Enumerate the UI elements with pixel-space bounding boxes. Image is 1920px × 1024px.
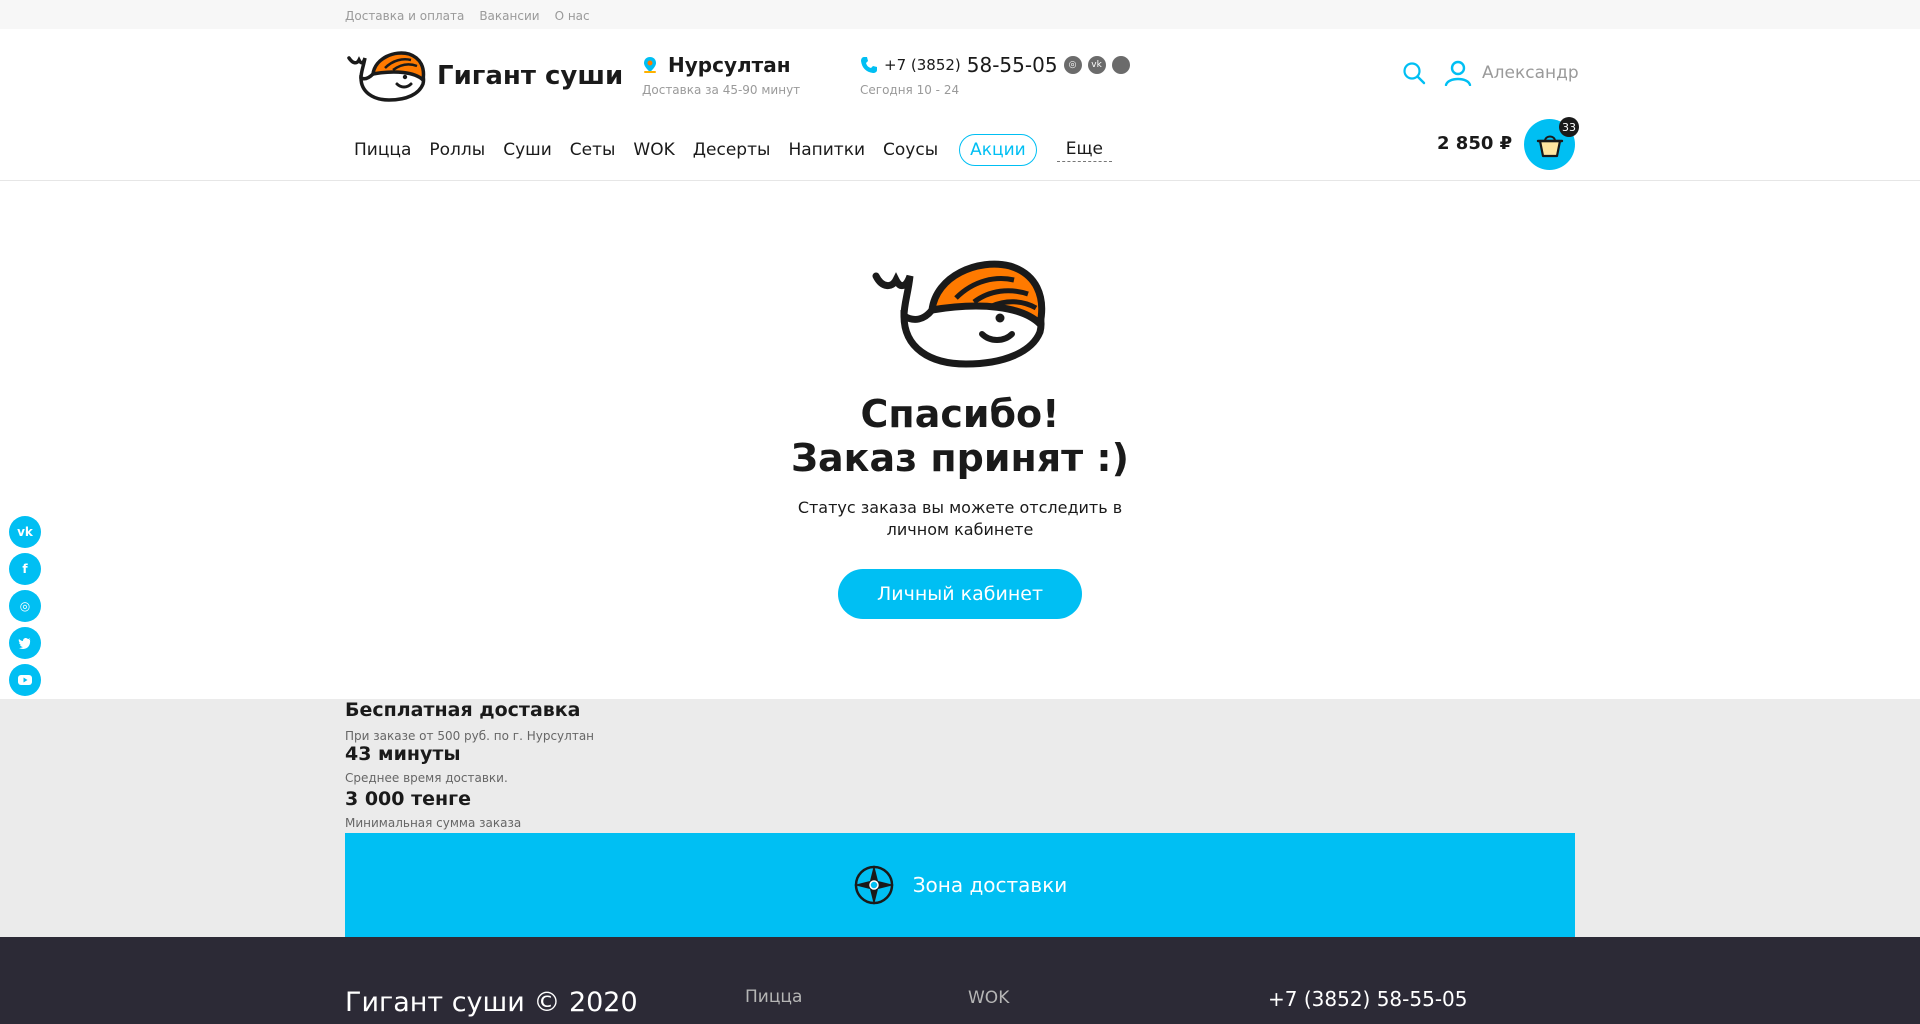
nav-item-sets[interactable]: Сеты [561, 140, 625, 160]
instagram-icon[interactable]: ◎ [1063, 56, 1082, 74]
social-icon[interactable] [1111, 56, 1130, 74]
top-bar: Доставка и оплата Вакансии О нас [0, 0, 1920, 29]
facebook-icon[interactable]: f [9, 553, 41, 585]
footer-link-wok[interactable]: WOK [968, 988, 1009, 1008]
min-order-title: 3 000 тенге [345, 788, 471, 810]
nav-item-rolls[interactable]: Роллы [420, 140, 494, 160]
nav-item-more[interactable]: Еще [1056, 139, 1112, 162]
link-delivery-payment[interactable]: Доставка и оплата [345, 9, 464, 23]
success-title-line1: Спасибо! [860, 392, 1060, 436]
nav-item-sauces[interactable]: Соусы [874, 140, 947, 160]
main-nav: Пицца Роллы Суши Сеты WOK Десерты Напитк… [345, 130, 1112, 170]
logo[interactable]: Гигант суши [345, 50, 623, 102]
free-delivery-sub: При заказе от 500 руб. по г. Нурсултан [345, 729, 595, 743]
social-sidebar: vk f ◎ [9, 516, 41, 696]
account-button[interactable]: Личный кабинет [838, 569, 1082, 619]
user-account[interactable]: Александр [1444, 60, 1579, 86]
free-delivery-title: Бесплатная доставка [345, 699, 581, 721]
footer-link-pizza[interactable]: Пицца [745, 987, 802, 1007]
min-order-sub: Минимальная сумма заказа [345, 816, 522, 830]
footer-phone[interactable]: +7 (3852) 58-55-05 [1268, 987, 1467, 1011]
footer: Гигант суши © 2020 Пицца WOK +7 (3852) 5… [0, 937, 1920, 1024]
delivery-time-block: 43 минуты Среднее время доставки. [345, 743, 508, 785]
whale-illustration [872, 260, 1046, 368]
delivery-time-sub: Среднее время доставки. [345, 771, 508, 785]
search-button[interactable] [1402, 61, 1426, 89]
nav-item-wok[interactable]: WOK [624, 140, 683, 160]
cart-count-badge: 33 [1559, 117, 1579, 137]
delivery-time-title: 43 минуты [345, 743, 461, 765]
success-text: Статус заказа вы можете отследить в личн… [797, 498, 1123, 539]
phone-block: +7 (3852) 58-55-05 ◎ vk Сегодня 10 - 24 [860, 53, 1130, 97]
city-selector[interactable]: Нурсултан Доставка за 45-90 минут [642, 53, 800, 97]
delivery-zone-label: Зона доставки [912, 873, 1068, 897]
phone-code: +7 (3852) [884, 56, 961, 74]
nav-item-pizza[interactable]: Пицца [345, 140, 420, 160]
nav-item-drinks[interactable]: Напитки [779, 140, 874, 160]
footer-copyright: Гигант суши © 2020 [345, 987, 638, 1018]
phone-icon [861, 57, 877, 73]
vk-icon[interactable]: vk [1087, 56, 1106, 74]
logo-whale-icon [347, 51, 426, 102]
link-vacancies[interactable]: Вакансии [479, 9, 539, 23]
cart-total: 2 850 ₽ [1437, 133, 1513, 154]
delivery-time-note: Доставка за 45-90 минут [642, 83, 801, 97]
delivery-zone-button[interactable]: Зона доставки [345, 833, 1575, 937]
city-name: Нурсултан [668, 53, 791, 77]
compass-icon [853, 865, 894, 905]
nav-item-promo[interactable]: Акции [959, 134, 1037, 166]
basket-icon [1536, 135, 1563, 157]
header: Гигант суши Нурсултан Доставка за 45-90 … [0, 29, 1920, 181]
user-icon [1444, 60, 1472, 86]
top-links: Доставка и оплата Вакансии О нас [345, 9, 590, 23]
nav-item-desserts[interactable]: Десерты [684, 140, 780, 160]
working-hours: Сегодня 10 - 24 [860, 83, 960, 97]
youtube-icon[interactable] [9, 664, 41, 696]
order-success: Спасибо! Заказ принят :) Статус заказа в… [0, 182, 1920, 699]
search-icon [1403, 62, 1426, 85]
phone-number[interactable]: 58-55-05 [967, 53, 1058, 77]
location-pin-icon [644, 57, 656, 73]
success-title-line2: Заказ принят :) [791, 436, 1129, 480]
cart-button[interactable]: 33 [1524, 117, 1579, 170]
user-name: Александр [1482, 63, 1579, 83]
delivery-info: Бесплатная доставка При заказе от 500 ру… [0, 699, 1920, 937]
link-about[interactable]: О нас [555, 9, 590, 23]
min-order-block: 3 000 тенге Минимальная сумма заказа [345, 788, 521, 830]
instagram-icon[interactable]: ◎ [9, 590, 41, 622]
nav-item-sushi[interactable]: Суши [494, 140, 561, 160]
twitter-icon[interactable] [9, 627, 41, 659]
free-delivery-block: Бесплатная доставка При заказе от 500 ру… [345, 699, 594, 743]
vk-icon[interactable]: vk [9, 516, 41, 548]
logo-text: Гигант суши [437, 61, 624, 91]
success-title: Спасибо! Заказ принят :) [0, 392, 1920, 480]
